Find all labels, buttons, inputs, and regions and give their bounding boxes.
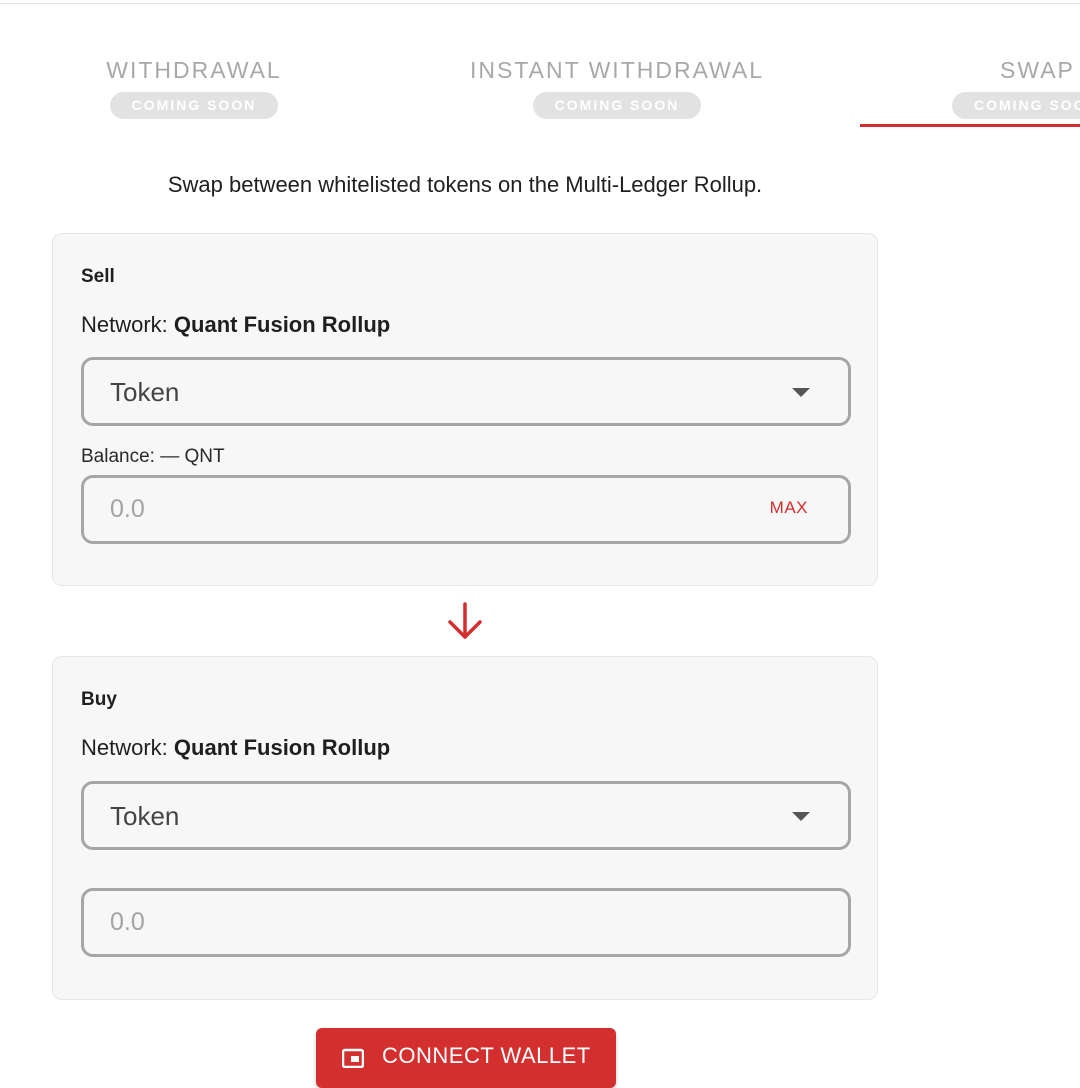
coming-soon-badge: COMING SOON bbox=[109, 92, 279, 119]
tab-label: INSTANT WITHDRAWAL bbox=[469, 57, 765, 83]
max-button[interactable]: MAX bbox=[770, 498, 808, 518]
network-name: Quant Fusion Rollup bbox=[173, 735, 391, 760]
amount-placeholder: 0.0 bbox=[110, 495, 145, 523]
sell-title: Sell bbox=[81, 266, 115, 287]
buy-amount-input[interactable]: 0.0 bbox=[81, 888, 851, 957]
sell-token-select[interactable]: Token bbox=[81, 357, 851, 426]
connect-wallet-label: CONNECT WALLET bbox=[382, 1043, 591, 1068]
sell-balance: Balance: — QNT bbox=[81, 446, 225, 467]
buy-network: Network: Quant Fusion Rollup bbox=[81, 735, 390, 761]
tab-swap[interactable]: SWAP COMING SOON bbox=[952, 56, 1080, 119]
active-tab-indicator bbox=[860, 124, 1080, 127]
amount-placeholder: 0.0 bbox=[110, 908, 145, 936]
network-name: Quant Fusion Rollup bbox=[173, 312, 391, 337]
network-label: Network: bbox=[81, 312, 168, 337]
wallet-icon bbox=[342, 1048, 364, 1068]
buy-card: Buy Network: Quant Fusion Rollup Token 0… bbox=[52, 656, 878, 1000]
coming-soon-badge: COMING SOON bbox=[532, 92, 702, 119]
tab-label: WITHDRAWAL bbox=[106, 57, 282, 83]
token-select-value: Token bbox=[110, 377, 180, 407]
token-select-value: Token bbox=[110, 801, 180, 831]
tab-instant-withdrawal[interactable]: INSTANT WITHDRAWAL COMING SOON bbox=[468, 56, 766, 119]
arrow-down-icon[interactable] bbox=[446, 601, 484, 641]
tab-withdrawal[interactable]: WITHDRAWAL COMING SOON bbox=[106, 56, 282, 119]
sell-card: Sell Network: Quant Fusion Rollup Token … bbox=[52, 233, 878, 586]
top-divider bbox=[0, 3, 1080, 4]
swap-description: Swap between whitelisted tokens on the M… bbox=[167, 172, 763, 197]
sell-amount-input[interactable]: 0.0 MAX bbox=[81, 475, 851, 544]
network-label: Network: bbox=[81, 735, 168, 760]
coming-soon-badge: COMING SOON bbox=[952, 92, 1080, 119]
sell-network: Network: Quant Fusion Rollup bbox=[81, 312, 390, 338]
chevron-down-icon bbox=[792, 388, 810, 397]
buy-title: Buy bbox=[81, 689, 117, 710]
buy-token-select[interactable]: Token bbox=[81, 781, 851, 850]
connect-wallet-button[interactable]: CONNECT WALLET bbox=[316, 1028, 616, 1088]
tab-label: SWAP bbox=[1000, 57, 1075, 83]
chevron-down-icon bbox=[792, 812, 810, 821]
